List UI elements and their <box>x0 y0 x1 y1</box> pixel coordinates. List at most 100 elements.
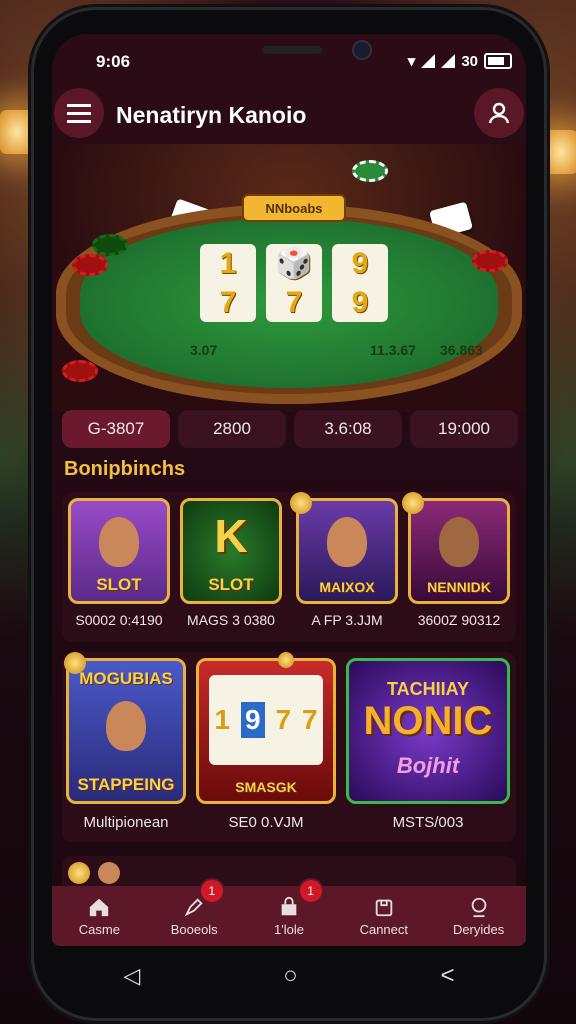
nav-label: 1'lole <box>274 921 304 937</box>
felt-text-1: 3.07 <box>190 342 218 358</box>
game-card-3[interactable]: MAIXOX A FP 3.JJM <box>296 498 398 628</box>
game-caption: MSTS/003 <box>392 814 464 831</box>
poker-chip <box>472 250 508 272</box>
lamp-right <box>544 130 576 174</box>
home-circle-icon[interactable]: ○ <box>283 962 298 990</box>
lamp-left <box>0 110 34 154</box>
game-card-1[interactable]: SLOT S0002 0:4190 <box>68 498 170 628</box>
nav-label: Deryides <box>452 921 505 937</box>
game-top-label: TACHIIAY <box>386 679 469 699</box>
game-top-label: MOGUBIAS <box>79 669 173 688</box>
game-big-label: NONIC <box>363 699 493 743</box>
slot-reel-3: 99 <box>332 244 388 322</box>
game-thumbnail: MAIXOX <box>296 498 398 604</box>
coin-icon <box>290 492 312 514</box>
reel-symbol: 7 <box>301 704 318 735</box>
signal-icon-2 <box>441 54 456 68</box>
bottom-nav: Casme 1 Booeols 1 1'lole Cannect Deryide… <box>52 878 526 946</box>
app-screen: 9:06 ▾ 30 Nenatiryn Kanoio 17 🎲 7 99 3.07 <box>52 34 526 946</box>
coin-icon <box>68 862 90 884</box>
nav-item-deryides[interactable]: Deryides <box>431 886 526 946</box>
status-time: 9:06 <box>96 52 131 71</box>
game-caption: MAGS 3 0380 <box>187 612 275 628</box>
poker-chip <box>62 360 98 382</box>
game-thumb-label: SLOT <box>96 575 142 594</box>
felt-text-2: 11.3.67 <box>370 342 416 358</box>
android-nav-bar: ◁ ○ < <box>52 946 526 1006</box>
game-card-5[interactable]: MOGUBIAS STAPPEING Multipionean <box>66 658 186 831</box>
stats-bar: G-3807 2800 3.6:08 19:000 <box>62 410 518 448</box>
poker-chip <box>72 254 108 276</box>
felt-text-3: 36.863 <box>440 342 483 358</box>
stat-tab-2[interactable]: 2800 <box>178 410 286 448</box>
box-icon <box>375 899 393 916</box>
reel-symbol: 1 <box>214 704 231 735</box>
game-big-letter: K <box>214 510 248 562</box>
game-card-7[interactable]: TACHIIAY NONIC Bojhit MSTS/003 <box>346 658 510 831</box>
wifi-icon: ▾ <box>407 53 416 70</box>
game-thumbnail: 1 9 7 7 SMASGK <box>196 658 336 804</box>
game-caption: Multipionean <box>83 814 169 831</box>
coin-icon <box>64 652 86 674</box>
game-thumb-label: SLOT <box>208 575 254 594</box>
nav-item-1lole[interactable]: 1 1'lole <box>242 878 337 946</box>
reel-symbol: 7 <box>275 704 292 735</box>
hamburger-icon <box>67 111 91 115</box>
user-button[interactable] <box>474 88 524 138</box>
nav-item-booeols[interactable]: 1 Booeols <box>147 878 242 946</box>
back-triangle-icon[interactable]: ◁ <box>123 963 140 989</box>
game-thumbnail: K SLOT <box>180 498 282 604</box>
stat-tab-3[interactable]: 3.6:08 <box>294 410 402 448</box>
nav-item-cannect[interactable]: Cannect <box>336 886 431 946</box>
game-caption: 3600Z 90312 <box>417 612 501 628</box>
game-thumbnail: TACHIIAY NONIC Bojhit <box>346 658 510 804</box>
user-icon <box>488 102 510 124</box>
nav-label: Cannect <box>359 921 408 937</box>
games-row-1: SLOT S0002 0:4190 K SLOT MAGS 3 0380 MAI… <box>62 492 516 642</box>
poker-table: 17 🎲 7 99 3.07 11.3.67 36.863 <box>56 204 522 404</box>
reel-symbol: 9 <box>240 702 265 738</box>
menu-button[interactable] <box>54 88 104 138</box>
poker-chip <box>92 234 128 256</box>
game-thumbnail: MOGUBIAS STAPPEING <box>66 658 186 804</box>
nav-item-casme[interactable]: Casme <box>52 886 147 946</box>
avatar <box>98 862 120 884</box>
coin-icon <box>278 652 294 668</box>
game-card-6[interactable]: 1 9 7 7 SMASGK SE0 0.VJM <box>196 658 336 831</box>
hero-logo-banner: NNboabs <box>242 194 346 222</box>
status-icons: ▾ 30 <box>408 52 512 70</box>
slot-reels: 1 9 7 7 <box>209 675 323 765</box>
game-caption: A FP 3.JJM <box>311 612 383 628</box>
stat-tab-1[interactable]: G-3807 <box>62 410 170 448</box>
game-caption: SE0 0.VJM <box>228 814 304 831</box>
back-chevron-icon[interactable]: < <box>441 962 455 990</box>
game-thumb-label: SMASGK <box>235 779 297 795</box>
status-number: 30 <box>461 52 478 70</box>
signal-icon <box>421 54 436 68</box>
game-script-label: Bojhit <box>396 753 460 778</box>
stat-tab-4[interactable]: 19:000 <box>410 410 518 448</box>
bag-icon <box>281 896 297 915</box>
slot-reel-2: 🎲 7 <box>266 244 322 322</box>
nav-label: Booeols <box>170 921 218 937</box>
app-header: Nenatiryn Kanoio <box>52 88 526 144</box>
game-thumb-label: MAIXOX <box>319 579 375 595</box>
hero-banner[interactable]: 17 🎲 7 99 3.07 11.3.67 36.863 NNboabs <box>52 144 526 412</box>
slot-reel-1: 17 <box>200 244 256 322</box>
character-portrait <box>99 517 139 567</box>
game-thumb-label: STAPPEING <box>77 775 175 794</box>
home-icon <box>90 898 109 916</box>
character-portrait <box>106 701 146 751</box>
game-caption: S0002 0:4190 <box>75 612 163 628</box>
game-thumb-label: NENNIDK <box>427 579 491 595</box>
table-felt: 17 🎲 7 99 3.07 11.3.67 36.863 <box>80 218 498 388</box>
game-card-4[interactable]: NENNIDK 3600Z 90312 <box>408 498 510 628</box>
game-card-2[interactable]: K SLOT MAGS 3 0380 <box>180 498 282 628</box>
notification-badge: 1 <box>297 878 324 904</box>
section-title: Bonipbinchs <box>64 458 186 480</box>
game-thumbnail: SLOT <box>68 498 170 604</box>
notification-badge: 1 <box>198 878 225 904</box>
profile-icon <box>471 897 486 917</box>
games-row-2: MOGUBIAS STAPPEING Multipionean 1 9 7 7 … <box>62 652 516 842</box>
character-portrait <box>439 517 479 567</box>
